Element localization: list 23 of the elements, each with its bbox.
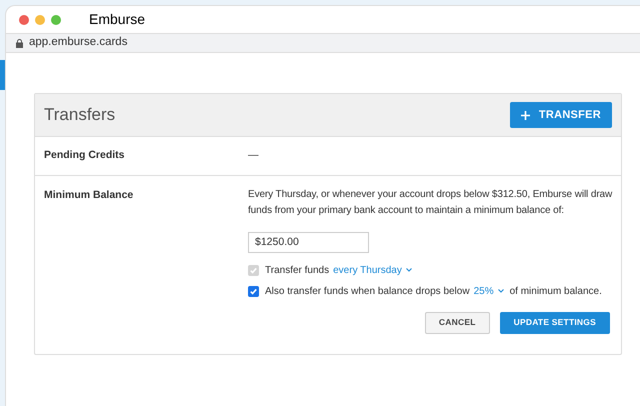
panel-title: Transfers xyxy=(44,104,116,126)
row-value: — xyxy=(248,148,260,163)
chevron-icon xyxy=(406,268,412,272)
plus-icon xyxy=(520,110,530,120)
minimize-icon[interactable] xyxy=(35,14,45,24)
row-label: Pending Credits xyxy=(44,148,126,163)
checkbox[interactable] xyxy=(248,286,259,297)
lock-icon xyxy=(16,38,23,48)
address-bar[interactable]: app.emburse.cards xyxy=(6,33,640,53)
row-label: Minimum Balance xyxy=(44,188,134,203)
close-icon[interactable] xyxy=(19,14,29,24)
choice-dropdown[interactable]: 25% xyxy=(474,284,504,299)
chevron-icon xyxy=(498,289,504,294)
option-label: Transfer funds xyxy=(265,264,330,278)
transfer-button[interactable]: TRANSFER xyxy=(510,102,612,128)
update-settings-button[interactable]: UPDATE SETTINGS xyxy=(500,312,610,334)
cancel-button[interactable]: CANCEL xyxy=(424,312,490,334)
window-title: Emburse xyxy=(89,10,146,29)
amount-field[interactable]: $1250.00 xyxy=(248,232,369,253)
option-label: Also transfer funds when balance drops below xyxy=(265,284,470,299)
option-suffix: of minimum balance. xyxy=(510,284,602,299)
description: Every Thursday, or whenever your account drops below $312.50, Emburse will draw funds from your primary bank account to maintain a minimum balance of: xyxy=(248,188,614,218)
maximize-icon[interactable] xyxy=(51,14,61,24)
